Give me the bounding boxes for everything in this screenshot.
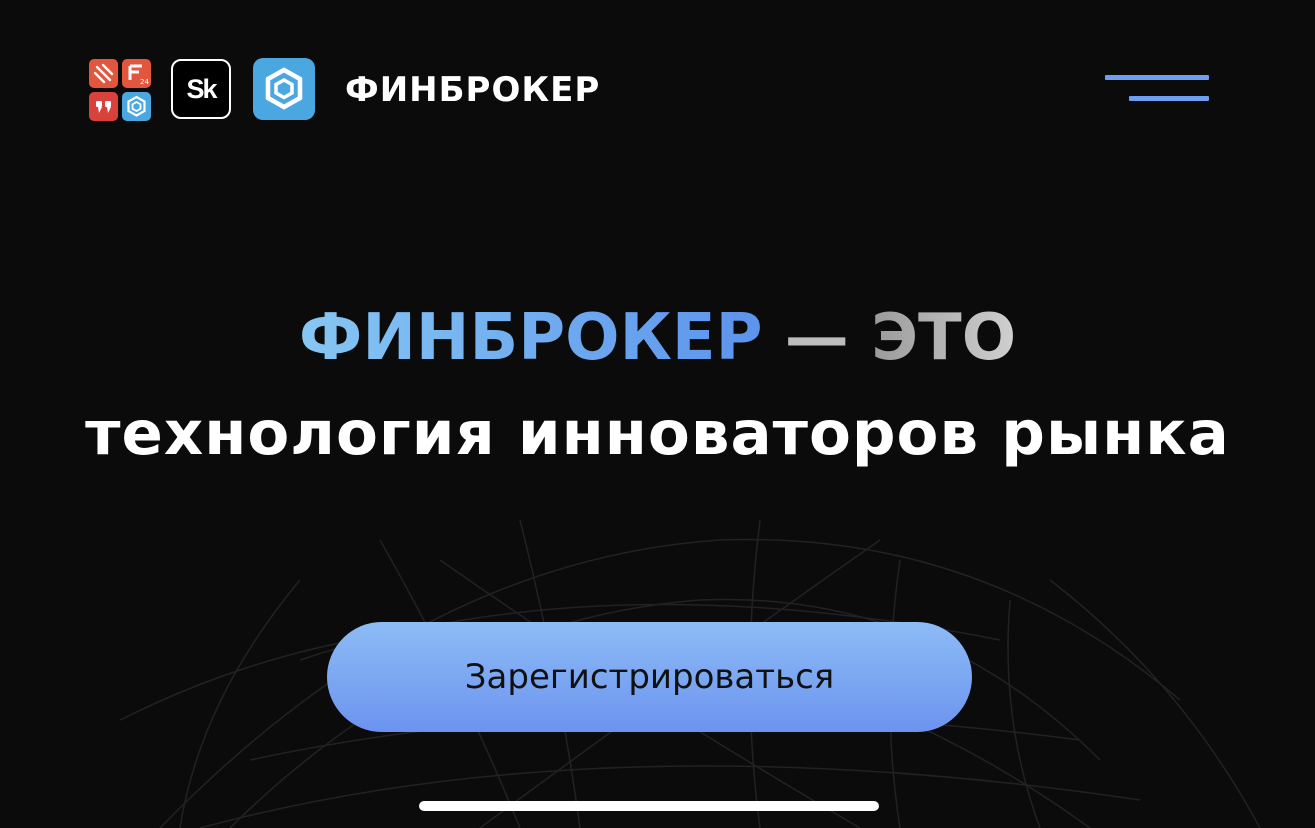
site-header: 24 Sk ФИНБРОКЕР [0, 0, 1315, 180]
partner-tile-f24: 24 [122, 59, 151, 88]
hamburger-menu-button[interactable] [1100, 70, 1212, 110]
hero-title: ФИНБРОКЕР — ЭТО [0, 290, 1315, 386]
home-indicator[interactable] [419, 801, 879, 811]
svg-text:24: 24 [140, 78, 149, 86]
hero-subtitle: технология инноваторов рынка [85, 398, 1230, 469]
partner-tile-quote [89, 92, 118, 121]
hero-brand-word: ФИНБРОКЕР [298, 301, 763, 375]
sk-logo-text: Sk [186, 73, 217, 104]
hamburger-icon-line-top [1105, 75, 1209, 80]
skolkovo-logo[interactable]: Sk [171, 59, 231, 119]
partner-tile-orange [89, 59, 118, 88]
partner-grid-logo[interactable]: 24 [89, 59, 151, 121]
register-button[interactable]: Зарегистрироваться [327, 622, 972, 732]
brand-name[interactable]: ФИНБРОКЕР [345, 68, 600, 112]
hero-section: ФИНБРОКЕР — ЭТО технология инноваторов р… [0, 290, 1315, 482]
partner-tile-hex [122, 92, 151, 121]
hamburger-icon-line-bottom [1129, 96, 1209, 101]
hero-eto: ЭТО [871, 301, 1017, 375]
hero-dash: — [784, 301, 849, 375]
finbroker-logo-icon[interactable] [253, 58, 315, 120]
